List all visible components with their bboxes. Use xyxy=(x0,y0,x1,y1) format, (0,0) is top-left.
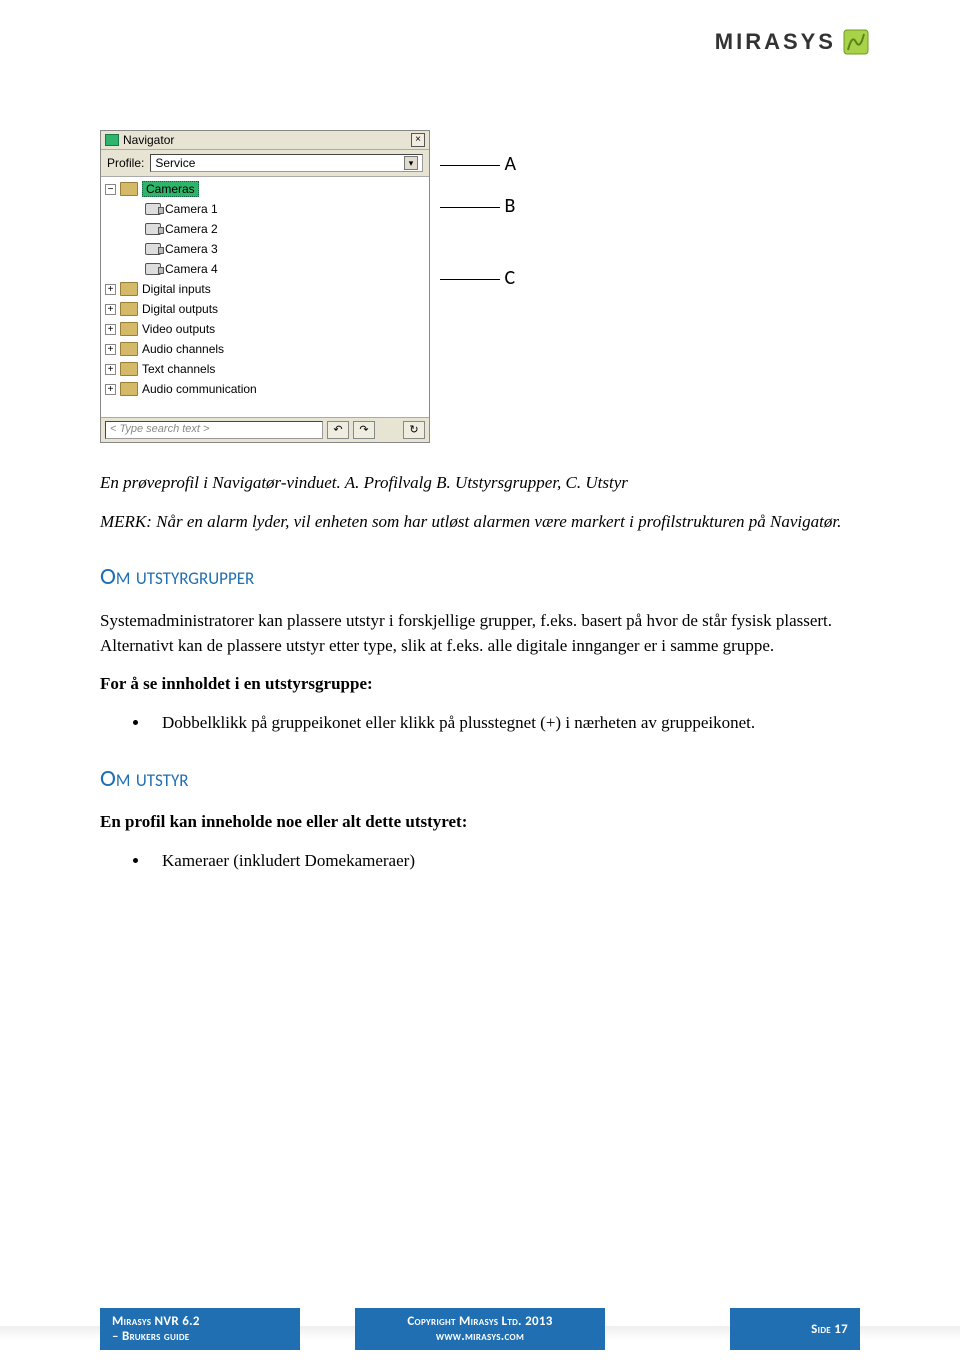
tree-item-camera[interactable]: Camera 1 xyxy=(101,199,429,219)
camera-icon xyxy=(145,243,161,255)
footer-copyright: Copyright Mirasys Ltd. 2013 xyxy=(407,1314,552,1329)
callout-letters: A B C xyxy=(440,130,516,290)
expand-icon[interactable]: + xyxy=(105,324,116,335)
figure-caption: En prøveprofil i Navigatør-vinduet. A. P… xyxy=(100,471,860,496)
footer-sub: – Brukers guide xyxy=(112,1329,288,1344)
footer-right: Side 17 xyxy=(730,1308,860,1350)
callout-c: C xyxy=(505,266,516,290)
tree-label: Digital inputs xyxy=(142,282,211,296)
profile-label: Profile: xyxy=(107,156,144,170)
footer-product: Mirasys NVR 6.2 xyxy=(112,1314,288,1329)
footer-page: Side 17 xyxy=(811,1322,848,1337)
callout-a: A xyxy=(505,152,517,176)
tree-label: Video outputs xyxy=(142,322,215,336)
navigator-figure: Navigator × Profile: Service ▾ − Cameras xyxy=(100,130,860,443)
expand-icon[interactable]: + xyxy=(105,364,116,375)
camera-icon xyxy=(145,263,161,275)
tree-label: Digital outputs xyxy=(142,302,218,316)
section1-paragraph: Systemadministratorer kan plassere utsty… xyxy=(100,609,860,658)
section1-list: Dobbelklikk på gruppeikonet eller klikk … xyxy=(150,711,860,736)
section1-bold: For å se innholdet i en utstyrsgruppe: xyxy=(100,672,860,697)
tree-label: Audio communication xyxy=(142,382,257,396)
tree-group[interactable]: + Text channels xyxy=(101,359,429,379)
expand-icon[interactable]: + xyxy=(105,284,116,295)
navigator-icon xyxy=(105,134,119,146)
section-title-utstyr: Om utstyr xyxy=(100,762,860,797)
expand-icon[interactable]: + xyxy=(105,384,116,395)
folder-icon xyxy=(120,382,138,396)
section-title-utstyrgrupper: Om utstyrgrupper xyxy=(100,560,860,595)
search-row: < Type search text > ↶ ↷ ↻ xyxy=(101,417,429,442)
footer-center: Copyright Mirasys Ltd. 2013 www.mirasys.… xyxy=(355,1308,605,1350)
tree-label-cameras: Cameras xyxy=(142,181,199,197)
brand-name: MIRASYS xyxy=(715,29,836,55)
profile-value: Service xyxy=(155,156,195,170)
navigator-titlebar: Navigator × xyxy=(101,131,429,150)
folder-icon xyxy=(120,302,138,316)
page-content: Navigator × Profile: Service ▾ − Cameras xyxy=(100,130,860,882)
tree-group-cameras[interactable]: − Cameras xyxy=(101,179,429,199)
profile-row: Profile: Service ▾ xyxy=(101,150,429,177)
tree-group[interactable]: + Digital inputs xyxy=(101,279,429,299)
page-footer: Mirasys NVR 6.2 – Brukers guide Copyrigh… xyxy=(0,1296,960,1366)
search-prev-button[interactable]: ↶ xyxy=(327,421,349,439)
brand-header: MIRASYS xyxy=(715,28,870,56)
tree-group[interactable]: + Audio communication xyxy=(101,379,429,399)
section2-bold: En profil kan inneholde noe eller alt de… xyxy=(100,810,860,835)
brand-logo-icon xyxy=(842,28,870,56)
expand-icon[interactable]: + xyxy=(105,304,116,315)
search-next-button[interactable]: ↷ xyxy=(353,421,375,439)
camera-icon xyxy=(145,203,161,215)
tree-group[interactable]: + Video outputs xyxy=(101,319,429,339)
search-input[interactable]: < Type search text > xyxy=(105,421,323,439)
folder-icon xyxy=(120,282,138,296)
chevron-down-icon[interactable]: ▾ xyxy=(404,156,418,170)
footer-left: Mirasys NVR 6.2 – Brukers guide xyxy=(100,1308,300,1350)
note-paragraph: MERK: Når en alarm lyder, vil enheten so… xyxy=(100,510,860,535)
navigator-panel: Navigator × Profile: Service ▾ − Cameras xyxy=(100,130,430,443)
tree-label: Camera 2 xyxy=(165,222,218,236)
footer-url: www.mirasys.com xyxy=(436,1329,524,1344)
callout-b: B xyxy=(505,194,516,218)
list-item: Kameraer (inkludert Domekameraer) xyxy=(150,849,860,874)
search-go-button[interactable]: ↻ xyxy=(403,421,425,439)
collapse-icon[interactable]: − xyxy=(105,184,116,195)
tree-label: Text channels xyxy=(142,362,215,376)
tree-label: Audio channels xyxy=(142,342,224,356)
expand-icon[interactable]: + xyxy=(105,344,116,355)
folder-icon xyxy=(120,322,138,336)
tree-group[interactable]: + Digital outputs xyxy=(101,299,429,319)
camera-icon xyxy=(145,223,161,235)
section2-list: Kameraer (inkludert Domekameraer) xyxy=(150,849,860,874)
list-item: Dobbelklikk på gruppeikonet eller klikk … xyxy=(150,711,860,736)
tree-item-camera[interactable]: Camera 3 xyxy=(101,239,429,259)
tree-item-camera[interactable]: Camera 4 xyxy=(101,259,429,279)
folder-icon xyxy=(120,362,138,376)
folder-icon xyxy=(120,342,138,356)
body-text: En prøveprofil i Navigatør-vinduet. A. P… xyxy=(100,471,860,874)
profile-select[interactable]: Service ▾ xyxy=(150,154,423,172)
tree-item-camera[interactable]: Camera 2 xyxy=(101,219,429,239)
close-icon[interactable]: × xyxy=(411,133,425,147)
tree-label: Camera 3 xyxy=(165,242,218,256)
tree-label: Camera 4 xyxy=(165,262,218,276)
folder-icon xyxy=(120,182,138,196)
tree-group[interactable]: + Audio channels xyxy=(101,339,429,359)
navigator-tree: − Cameras Camera 1 Camera 2 Camera 3 xyxy=(101,177,429,417)
tree-label: Camera 1 xyxy=(165,202,218,216)
navigator-title-text: Navigator xyxy=(123,133,174,147)
